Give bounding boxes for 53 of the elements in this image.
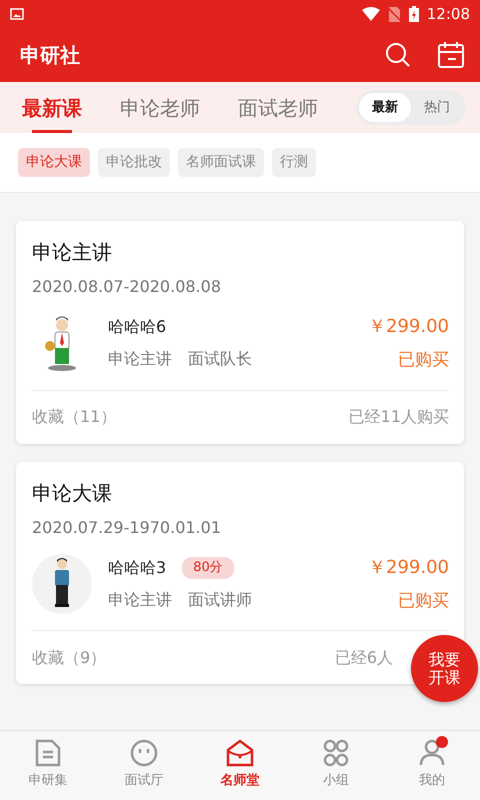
course-dates: 2020.07.29-1970.01.01: [32, 516, 222, 538]
app-title: 申研社: [20, 42, 80, 69]
sort-option[interactable]: 最新: [359, 92, 411, 122]
no-sim-icon: [388, 6, 401, 22]
teacher-name: 哈哈哈6: [108, 316, 166, 338]
category-chip[interactable]: 申论批改: [98, 148, 170, 177]
face-icon: [130, 739, 158, 767]
wifi-icon: [362, 7, 380, 21]
start-course-button[interactable]: 我要开课: [411, 635, 478, 702]
tab[interactable]: 最新课: [22, 82, 82, 133]
category-chip[interactable]: 行测: [272, 148, 316, 177]
nav-label: 名师堂: [220, 772, 260, 790]
nav-label: 小组: [323, 772, 349, 790]
score-tag: 80分: [182, 557, 234, 578]
buyers-count: 已经6人: [334, 646, 393, 668]
battery-icon: [408, 6, 419, 22]
nav-tab[interactable]: 小组: [288, 731, 384, 800]
calendar-button[interactable]: [436, 40, 466, 70]
course-dates: 2020.08.07-2020.08.08: [32, 276, 222, 298]
favorites-count: 收藏（11）: [32, 406, 116, 428]
tab[interactable]: 申论老师: [120, 82, 200, 133]
clock-time: 12:08: [426, 4, 470, 25]
purchase-status: 已购买: [397, 590, 449, 612]
purchase-status: 已购买: [397, 349, 449, 372]
teacher-role: 面试讲师: [188, 588, 252, 611]
favorites-count: 收藏（9）: [32, 646, 106, 668]
buyers-count: 已经11人购买: [348, 406, 449, 428]
course-title: 申论主讲: [32, 239, 113, 266]
sort-option[interactable]: 热门: [411, 92, 463, 122]
house-icon: [226, 739, 254, 767]
search-button[interactable]: [384, 41, 412, 69]
course-price: ￥299.00: [368, 315, 449, 339]
teacher-role: 申论主讲: [108, 348, 172, 370]
tab[interactable]: 面试老师: [238, 82, 318, 133]
nav-label: 我的: [419, 772, 445, 790]
teacher-role: 面试队长: [188, 348, 252, 370]
nav-tab[interactable]: 面试厅: [96, 731, 192, 800]
category-chip[interactable]: 名师面试课: [178, 148, 264, 177]
teacher-role: 申论主讲: [108, 588, 172, 611]
course-title: 申论大课: [32, 480, 113, 506]
nav-tab[interactable]: 申研集: [0, 731, 96, 800]
nav-label: 面试厅: [124, 772, 164, 790]
document-icon: [35, 739, 61, 767]
gallery-icon: [10, 8, 24, 20]
category-chip[interactable]: 申论大课: [18, 148, 90, 177]
course-card[interactable]: 申论主讲 2020.08.07-2020.08.08 哈哈哈6 申论主讲 面试队长 ￥299.00 已购买 收藏（11） 已经11人购买: [16, 221, 464, 444]
person-icon: [418, 739, 446, 767]
nav-label: 申研集: [28, 772, 68, 790]
nav-tab[interactable]: 名师堂: [192, 731, 288, 800]
circles-icon: [322, 739, 350, 767]
teacher-name: 哈哈哈3: [108, 556, 166, 579]
nav-tab[interactable]: 我的: [384, 731, 480, 800]
course-price: ￥299.00: [368, 556, 449, 580]
